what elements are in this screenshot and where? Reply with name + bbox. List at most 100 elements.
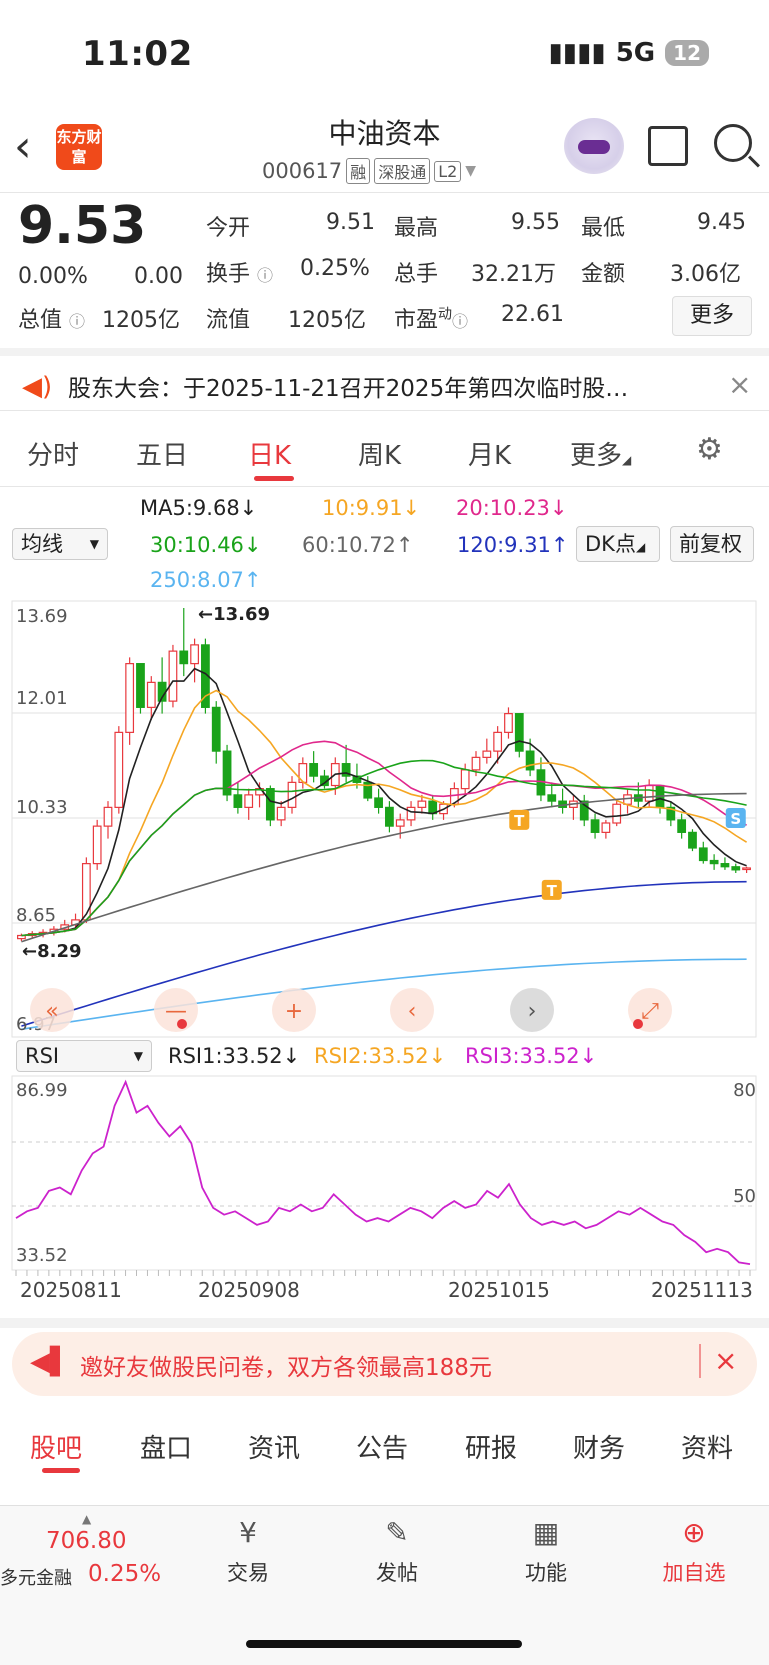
gear-icon[interactable]: ⚙ [696, 432, 723, 467]
banner-text[interactable]: 邀好友做股民问卷，双方各领最高188元 [80, 1348, 492, 1382]
sector-index-value[interactable]: 706.80 [46, 1528, 126, 1554]
candle [125, 663, 135, 733]
rsi-80-label: 80 [733, 1080, 756, 1101]
nav-post[interactable]: ✎ 发帖 [347, 1515, 447, 1587]
tab-five-day[interactable]: 五日 [136, 435, 188, 472]
status-icons: ▮▮▮▮ 5G 12 [548, 38, 709, 68]
assistant-robot-icon[interactable] [564, 118, 624, 174]
low-label: 最低 [581, 216, 626, 241]
close-banner-icon[interactable]: × [714, 1344, 737, 1377]
triangle-up-icon: ▲ [82, 1512, 92, 1526]
candle [136, 663, 145, 708]
tab-weekly-k[interactable]: 周K [358, 435, 401, 472]
tab-financials[interactable]: 财务 [573, 1428, 625, 1465]
indicator-select[interactable]: 均线 ▼ [12, 528, 108, 560]
tab-monthly-k[interactable]: 月K [468, 435, 511, 472]
candlestick-chart[interactable]: TTS 13.69 12.01 10.33 8.65 6.97 ←13.69 ←… [0, 600, 769, 1040]
open-value: 9.51 [326, 210, 375, 235]
candle [114, 731, 124, 808]
adjust-button[interactable]: 前复权 [670, 526, 754, 562]
rsi3-legend: RSI3:33.52↓ [465, 1044, 598, 1068]
rsi-max-label: 86.99 [16, 1080, 68, 1101]
candle [81, 863, 91, 921]
active-tab-indicator [42, 1468, 80, 1473]
rsi-select[interactable]: RSI ▼ [16, 1040, 152, 1072]
chart-frame [11, 600, 757, 1038]
candle [190, 644, 199, 665]
volume-value: 32.21万 [471, 262, 556, 287]
megaphone-icon: ◀▌ [30, 1347, 70, 1377]
tab-daily-k[interactable]: 日K [248, 435, 291, 472]
candle [525, 750, 535, 771]
dk-point-button[interactable]: DK点◢ [576, 526, 660, 562]
ma250-legend: 250:8.07↑ [150, 568, 262, 592]
candle [395, 819, 405, 827]
chart-control-icon: ⤢ [641, 999, 659, 1024]
info-icon[interactable]: ⓘ [452, 312, 468, 331]
ma120-legend: 120:9.31↑ [457, 533, 569, 557]
more-button[interactable]: 更多 [672, 296, 752, 336]
signal-icon: ▮▮▮▮ [548, 38, 606, 68]
ma20-legend: 20:10.23↓ [456, 496, 568, 520]
section-gap [0, 1318, 769, 1328]
ma5-legend: MA5:9.68↓ [140, 496, 258, 520]
active-tab-indicator [254, 476, 294, 481]
high-value: 9.55 [511, 210, 560, 235]
float-label: 流值 [206, 308, 251, 333]
candle [709, 859, 719, 865]
tab-orderbook[interactable]: 盘口 [140, 1428, 192, 1465]
pe-value: 22.61 [501, 302, 564, 327]
candle [385, 806, 394, 827]
tab-announcements[interactable]: 公告 [356, 1428, 408, 1465]
chart-control-icon: ‹ [408, 999, 417, 1024]
candle [265, 788, 275, 821]
ma60-legend: 60:10.72↑ [302, 533, 414, 557]
info-icon[interactable]: ⓘ [69, 312, 85, 331]
nav-functions[interactable]: ▦ 功能 [496, 1515, 596, 1587]
nav-add-watchlist[interactable]: ⊕ 加自选 [644, 1515, 744, 1587]
sector-name[interactable]: 多元金融 [0, 1564, 72, 1590]
open-label: 今开 [206, 216, 251, 241]
rsi-chart[interactable]: 86.99 33.52 80 50 20250811 20250908 2025… [0, 1072, 769, 1312]
add-circle-icon: ⊕ [682, 1516, 706, 1549]
turnover-label: 换手 ⓘ [206, 262, 274, 287]
tag-l2: L2 [434, 160, 462, 182]
tab-more[interactable]: 更多◢ [570, 435, 631, 472]
edit-icon: ✎ [385, 1516, 409, 1549]
candle [731, 866, 741, 871]
divider [0, 410, 769, 411]
low-annotation: ←8.29 [22, 941, 82, 962]
candle [374, 797, 383, 808]
tab-intraday[interactable]: 分时 [27, 435, 79, 472]
tab-forum[interactable]: 股吧 [30, 1428, 82, 1465]
close-notice-icon[interactable]: × [728, 368, 751, 401]
candle [309, 763, 319, 777]
high-label: 最高 [394, 216, 439, 241]
share-icon[interactable] [648, 126, 688, 166]
candle [168, 650, 178, 702]
dk-marker-label: S [730, 810, 741, 828]
info-icon[interactable]: ⓘ [257, 266, 273, 285]
rsi-min-label: 33.52 [16, 1245, 68, 1266]
candle [493, 731, 503, 752]
dropdown-icon[interactable]: ▼ [465, 163, 476, 179]
candle [644, 784, 654, 802]
candle [742, 867, 751, 871]
stock-code: 000617 [262, 159, 343, 183]
high-annotation: ←13.69 [198, 604, 270, 625]
candle [612, 803, 622, 824]
search-icon[interactable] [714, 124, 752, 162]
tab-news[interactable]: 资讯 [248, 1428, 300, 1465]
candle [471, 756, 481, 771]
candle [698, 847, 708, 862]
nav-trade[interactable]: ¥ 交易 [198, 1515, 298, 1587]
ma10-legend: 10:9.91↓ [322, 496, 421, 520]
candle [406, 806, 416, 821]
tab-profile[interactable]: 资料 [681, 1428, 733, 1465]
candle [504, 713, 513, 733]
axis-max-label: 13.69 [16, 606, 68, 627]
tab-research[interactable]: 研报 [465, 1428, 517, 1465]
axis-mid-label: 10.33 [16, 797, 68, 818]
notice-text[interactable]: 股东大会：于2025-11-21召开2025年第四次临时股… [68, 369, 688, 403]
sector-change[interactable]: 0.25% [88, 1561, 161, 1587]
